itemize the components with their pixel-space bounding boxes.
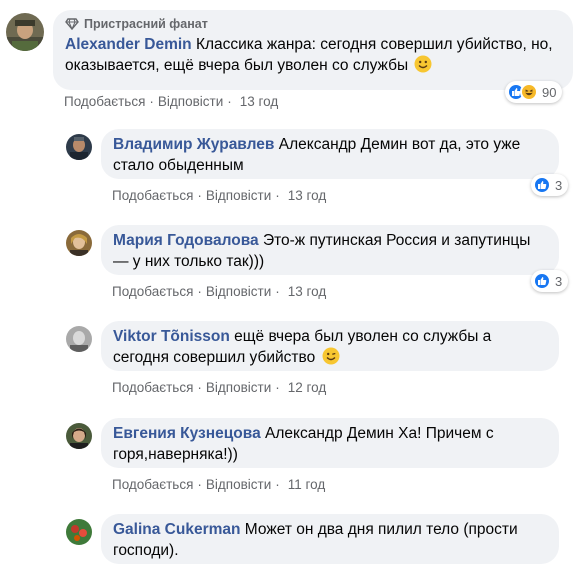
timestamp[interactable]: 11 год: [288, 477, 325, 492]
comment-author[interactable]: Мария Годовалова: [113, 232, 259, 249]
comment-bubble: Владимир Журавлев Александр Демин вот да…: [101, 129, 559, 179]
reply-comment: Евгения Кузнецова Александр Демин Ха! Пр…: [0, 415, 583, 505]
like-link[interactable]: Подобається: [112, 188, 193, 203]
comment-author[interactable]: Евгения Кузнецова: [113, 425, 261, 442]
timestamp[interactable]: 12 год: [288, 380, 326, 395]
reply-link[interactable]: Відповісти: [206, 477, 271, 492]
like-link[interactable]: Подобається: [112, 477, 193, 492]
reaction-count: 3: [555, 177, 563, 193]
avatar[interactable]: [66, 326, 92, 352]
comment-author[interactable]: Владимир Журавлев: [113, 136, 274, 153]
comment-actions: Подобається · Відповісти · 13 год: [112, 284, 326, 299]
wink-emoji: [322, 347, 340, 365]
comment-body: Alexander Demin Классика жанра: сегодня …: [65, 34, 561, 76]
top-fan-badge: Пристрасний фанат: [65, 16, 561, 32]
comment-actions: Подобається · Відповісти · 11 год: [112, 477, 325, 492]
like-link[interactable]: Подобається: [64, 94, 145, 109]
reply-link[interactable]: Відповісти: [158, 94, 223, 109]
comment-bubble: Viktor Tõnisson ещё вчера был уволен со …: [101, 321, 559, 371]
comment-actions: Подобається · Відповісти · 12 год: [112, 380, 326, 395]
separator: ·: [197, 284, 202, 299]
avatar-photo: [66, 326, 92, 352]
avatar-photo: [66, 134, 92, 160]
reaction-summary[interactable]: 3: [531, 174, 569, 196]
reaction-count: 90: [542, 84, 557, 100]
comment-author[interactable]: Galina Cukerman: [113, 521, 241, 538]
top-comment: Пристрасний фанат Alexander Demin Класси…: [0, 0, 583, 115]
smile-emoji: [414, 55, 432, 73]
avatar[interactable]: [6, 13, 44, 51]
avatar[interactable]: [66, 230, 92, 256]
separator: ·: [149, 94, 154, 109]
separator: ·: [197, 188, 202, 203]
avatar[interactable]: [66, 423, 92, 449]
like-link[interactable]: Подобається: [112, 284, 193, 299]
comment-bubble: Пристрасний фанат Alexander Demin Класси…: [53, 10, 573, 90]
separator: ·: [197, 380, 202, 395]
timestamp[interactable]: 13 год: [288, 188, 326, 203]
separator: ·: [275, 380, 280, 395]
reply-comment: Galina Cukerman Может он два дня пилил т…: [0, 511, 583, 572]
comment-actions: Подобається · Відповісти · 13 год: [112, 188, 326, 203]
avatar[interactable]: [66, 519, 92, 545]
reply-link[interactable]: Відповісти: [206, 188, 271, 203]
separator: ·: [227, 94, 232, 109]
reaction-summary[interactable]: 90: [505, 81, 563, 103]
comment-author[interactable]: Alexander Demin: [65, 36, 192, 53]
like-icon: [533, 272, 551, 290]
avatar-photo: [6, 13, 44, 51]
avatar-photo: [66, 519, 92, 545]
comment-bubble: Galina Cukerman Может он два дня пилил т…: [101, 514, 559, 564]
reply-comment: Владимир Журавлев Александр Демин вот да…: [0, 126, 583, 216]
timestamp[interactable]: 13 год: [288, 284, 326, 299]
like-icon: [533, 176, 551, 194]
reaction-count: 3: [555, 273, 563, 289]
diamond-icon: [65, 18, 79, 30]
avatar[interactable]: [66, 134, 92, 160]
comment-author[interactable]: Viktor Tõnisson: [113, 328, 230, 345]
reply-comment: Мария Годовалова Это-ж путинская Россия …: [0, 222, 583, 312]
comment-bubble: Мария Годовалова Это-ж путинская Россия …: [101, 225, 559, 275]
separator: ·: [275, 284, 280, 299]
badge-label: Пристрасний фанат: [84, 17, 208, 31]
separator: ·: [275, 477, 280, 492]
haha-icon: [520, 83, 538, 101]
separator: ·: [197, 477, 202, 492]
timestamp[interactable]: 13 год: [240, 94, 278, 109]
reply-link[interactable]: Відповісти: [206, 284, 271, 299]
reply-link[interactable]: Відповісти: [206, 380, 271, 395]
reaction-summary[interactable]: 3: [531, 270, 569, 292]
like-link[interactable]: Подобається: [112, 380, 193, 395]
separator: ·: [275, 188, 280, 203]
avatar-photo: [66, 230, 92, 256]
avatar-photo: [66, 423, 92, 449]
comment-actions: Подобається · Відповісти · 13 год: [64, 94, 278, 109]
comment-bubble: Евгения Кузнецова Александр Демин Ха! Пр…: [101, 418, 559, 468]
reply-comment: Viktor Tõnisson ещё вчера был уволен со …: [0, 318, 583, 408]
